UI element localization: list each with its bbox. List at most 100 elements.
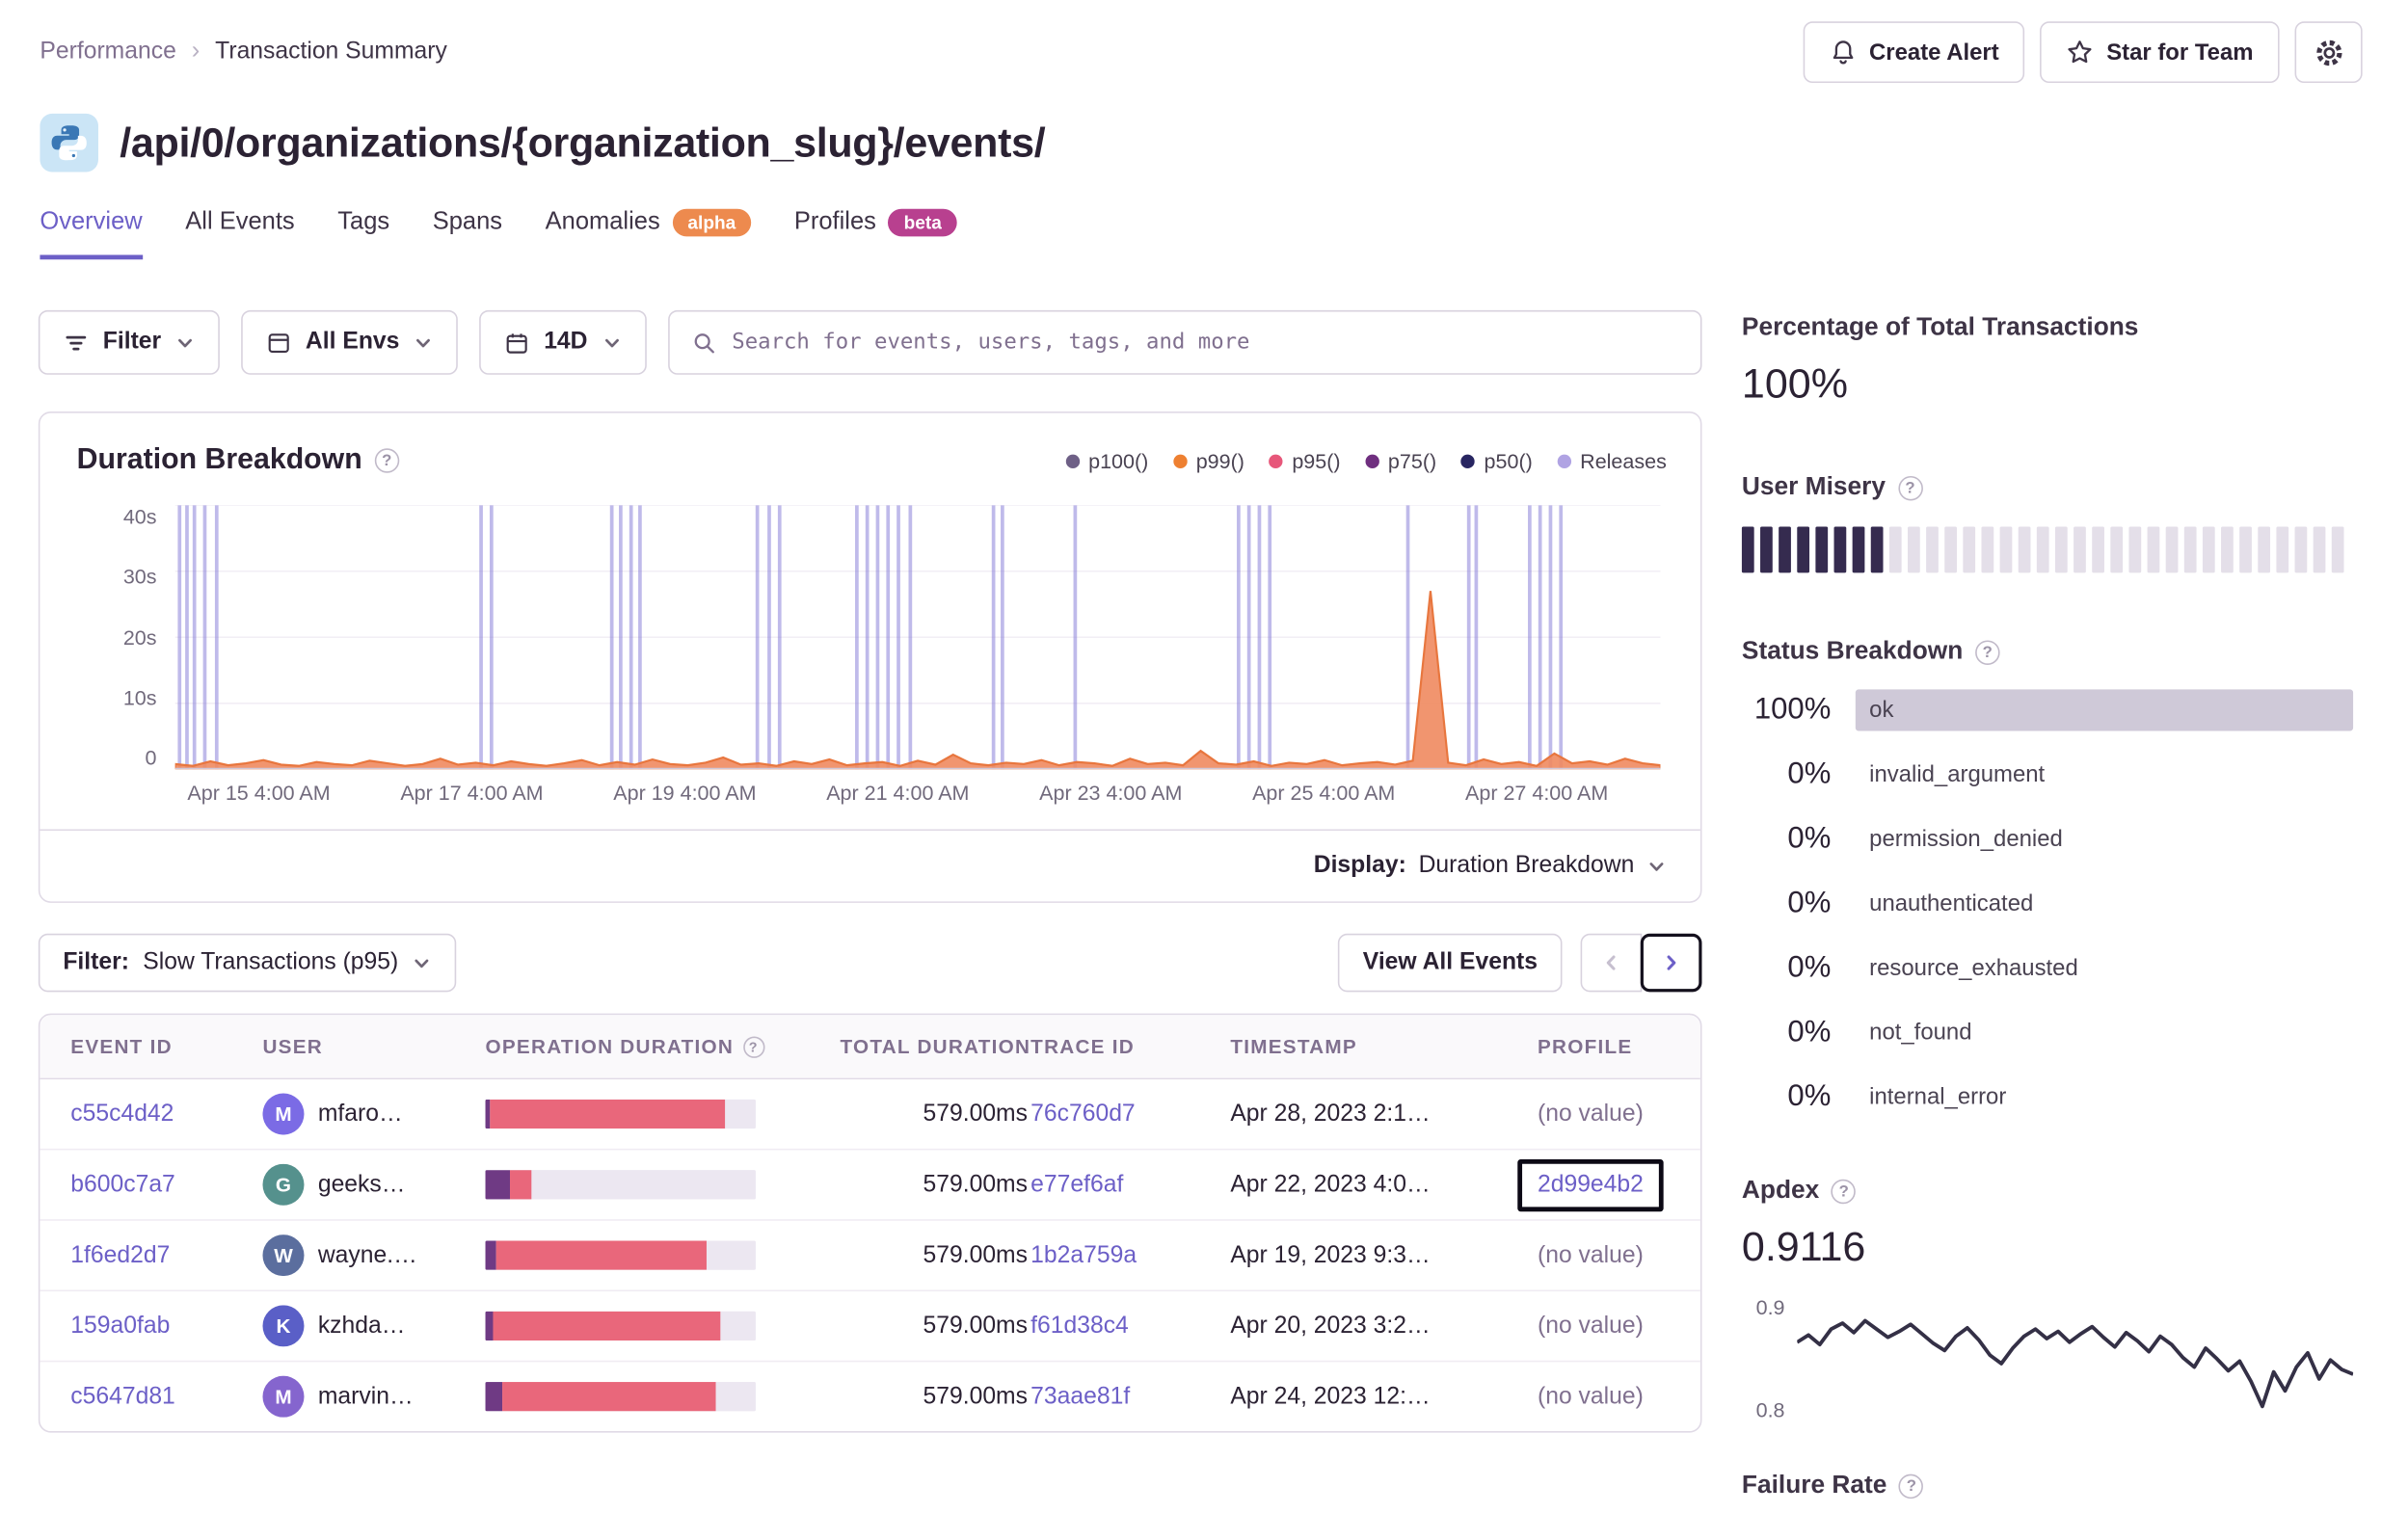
legend-label: p50() — [1484, 449, 1533, 472]
user-misery-bar — [2092, 526, 2104, 573]
operation-duration-segment — [501, 1382, 715, 1412]
operation-duration-segment — [485, 1240, 496, 1270]
help-icon[interactable]: ? — [742, 1035, 764, 1058]
user-misery-bar — [2036, 526, 2048, 573]
date-range-selector[interactable]: 14D — [479, 309, 647, 375]
trace-id-link[interactable]: 1b2a759a — [1030, 1241, 1137, 1267]
events-table: EVENT ID USER OPERATION DURATION ? TOTAL… — [38, 1013, 1702, 1433]
tab-anomalies[interactable]: Anomalies alpha — [546, 208, 752, 260]
user-misery-section: User Misery ? — [1741, 473, 2353, 573]
timestamp: Apr 28, 2023 2:1… — [1230, 1100, 1431, 1127]
event-id-link[interactable]: c5647d81 — [70, 1383, 175, 1409]
legend-item-p50[interactable]: p50() — [1460, 449, 1533, 472]
legend-label: p95() — [1292, 449, 1341, 472]
total-duration: 579.00ms — [923, 1100, 1028, 1127]
user-misery-bar — [2221, 526, 2234, 573]
user-misery-bar — [2202, 526, 2214, 573]
status-row: 0% permission_denied — [1742, 818, 2353, 860]
profile-value: (no value) — [1537, 1241, 1644, 1268]
status-label: unauthenticated — [1869, 890, 2034, 917]
transactions-filter-value: Slow Transactions (p95) — [143, 948, 399, 975]
view-all-events-label: View All Events — [1362, 948, 1538, 975]
legend-item-p100[interactable]: p100() — [1065, 449, 1148, 472]
star-for-team-label: Star for Team — [2106, 39, 2254, 66]
help-icon[interactable]: ? — [1899, 1473, 1924, 1499]
transactions-filter-selector[interactable]: Filter: Slow Transactions (p95) — [38, 933, 457, 993]
search-input[interactable] — [732, 330, 1679, 356]
trace-id-link[interactable]: 76c760d7 — [1030, 1101, 1136, 1127]
display-selector[interactable]: Display: Duration Breakdown — [1314, 852, 1667, 880]
star-for-team-button[interactable]: Star for Team — [2040, 21, 2280, 84]
table-header-row: EVENT ID USER OPERATION DURATION ? TOTAL… — [40, 1015, 1700, 1080]
tab-overview[interactable]: Overview — [40, 209, 143, 260]
breadcrumb: Performance › Transaction Summary — [40, 39, 446, 66]
column-header-timestamp[interactable]: TIMESTAMP — [1230, 1035, 1538, 1058]
tab-profiles[interactable]: Profiles beta — [794, 208, 957, 260]
failure-rate-title: Failure Rate — [1741, 1471, 1887, 1500]
column-header-operation-duration[interactable]: OPERATION DURATION ? — [486, 1035, 816, 1058]
x-tick: Apr 21 4:00 AM — [826, 782, 970, 805]
legend-item-p99[interactable]: p99() — [1172, 449, 1244, 472]
user-misery-bar — [1852, 526, 1864, 573]
gear-icon — [2314, 38, 2342, 66]
column-header-event-id[interactable]: EVENT ID — [70, 1035, 262, 1058]
legend-item-p75[interactable]: p75() — [1365, 449, 1436, 472]
view-all-events-button[interactable]: View All Events — [1338, 933, 1563, 993]
status-row: 0% unauthenticated — [1742, 883, 2353, 924]
table-row: 159a0fab K kzhda… 579.00ms f61d38c4 Apr … — [40, 1291, 1700, 1363]
user-misery-bar — [1741, 526, 1753, 573]
tab-spans[interactable]: Spans — [433, 209, 502, 260]
event-id-link[interactable]: b600c7a7 — [70, 1171, 175, 1197]
x-tick: Apr 17 4:00 AM — [400, 782, 544, 805]
profile-link[interactable]: 2d99e4b2 — [1538, 1171, 1644, 1197]
operation-duration-segment — [493, 1311, 721, 1341]
profile-value: (no value) — [1537, 1100, 1644, 1127]
user-misery-bar — [2331, 526, 2343, 573]
filter-button[interactable]: Filter — [38, 309, 220, 375]
user-name: kzhda… — [317, 1312, 406, 1339]
timestamp: Apr 20, 2023 3:2… — [1230, 1312, 1431, 1339]
status-label: resource_exhausted — [1869, 955, 2078, 982]
column-header-total-duration[interactable]: TOTAL DURATION — [816, 1035, 1030, 1058]
y-tick: 10s — [122, 685, 157, 709]
x-tick: Apr 23 4:00 AM — [1039, 782, 1183, 805]
user-misery-bar — [1944, 526, 1957, 573]
user-misery-bar — [1963, 526, 1975, 573]
legend-item-p95[interactable]: p95() — [1269, 449, 1341, 472]
next-page-button[interactable] — [1640, 933, 1702, 993]
column-header-trace-id[interactable]: TRACE ID — [1030, 1035, 1230, 1058]
filter-lines-icon — [63, 330, 89, 356]
event-id-link[interactable]: 159a0fab — [70, 1313, 170, 1339]
settings-button[interactable] — [2294, 21, 2363, 84]
event-id-link[interactable]: 1f6ed2d7 — [70, 1241, 170, 1267]
tab-all-events-label: All Events — [185, 208, 295, 235]
help-icon[interactable]: ? — [1897, 475, 1923, 500]
total-duration: 579.00ms — [923, 1382, 1028, 1409]
operation-duration-bar — [485, 1311, 756, 1341]
breadcrumb-performance-link[interactable]: Performance — [40, 39, 175, 66]
environment-selector[interactable]: All Envs — [241, 309, 458, 375]
column-header-profile[interactable]: PROFILE — [1538, 1035, 1670, 1058]
legend-item-releases[interactable]: Releases — [1557, 449, 1667, 472]
column-header-user[interactable]: USER — [262, 1035, 485, 1058]
tab-all-events[interactable]: All Events — [185, 209, 294, 260]
breadcrumb-separator-icon: › — [191, 38, 201, 65]
help-icon[interactable]: ? — [1832, 1178, 1857, 1204]
trace-id-link[interactable]: 73aae81f — [1030, 1383, 1130, 1409]
chart-legend: p100() p99() p95() p75() p50() Releases — [1065, 449, 1667, 472]
event-id-link[interactable]: c55c4d42 — [70, 1101, 174, 1127]
tab-tags[interactable]: Tags — [337, 209, 389, 260]
trace-id-link[interactable]: e77ef6af — [1030, 1171, 1123, 1197]
status-label: permission_denied — [1869, 826, 2063, 853]
trace-id-link[interactable]: f61d38c4 — [1030, 1313, 1129, 1339]
help-icon[interactable]: ? — [1975, 639, 2000, 665]
user-cell: G geeks… — [262, 1163, 485, 1206]
x-tick: Apr 25 4:00 AM — [1252, 782, 1396, 805]
user-misery-bar — [1797, 526, 1809, 573]
apdex-title: Apdex — [1741, 1176, 1820, 1205]
total-duration: 579.00ms — [923, 1241, 1028, 1268]
previous-page-button[interactable] — [1580, 933, 1643, 993]
create-alert-button[interactable]: Create Alert — [1803, 21, 2025, 84]
help-icon[interactable]: ? — [374, 448, 399, 473]
duration-chart-svg[interactable] — [174, 505, 1661, 770]
